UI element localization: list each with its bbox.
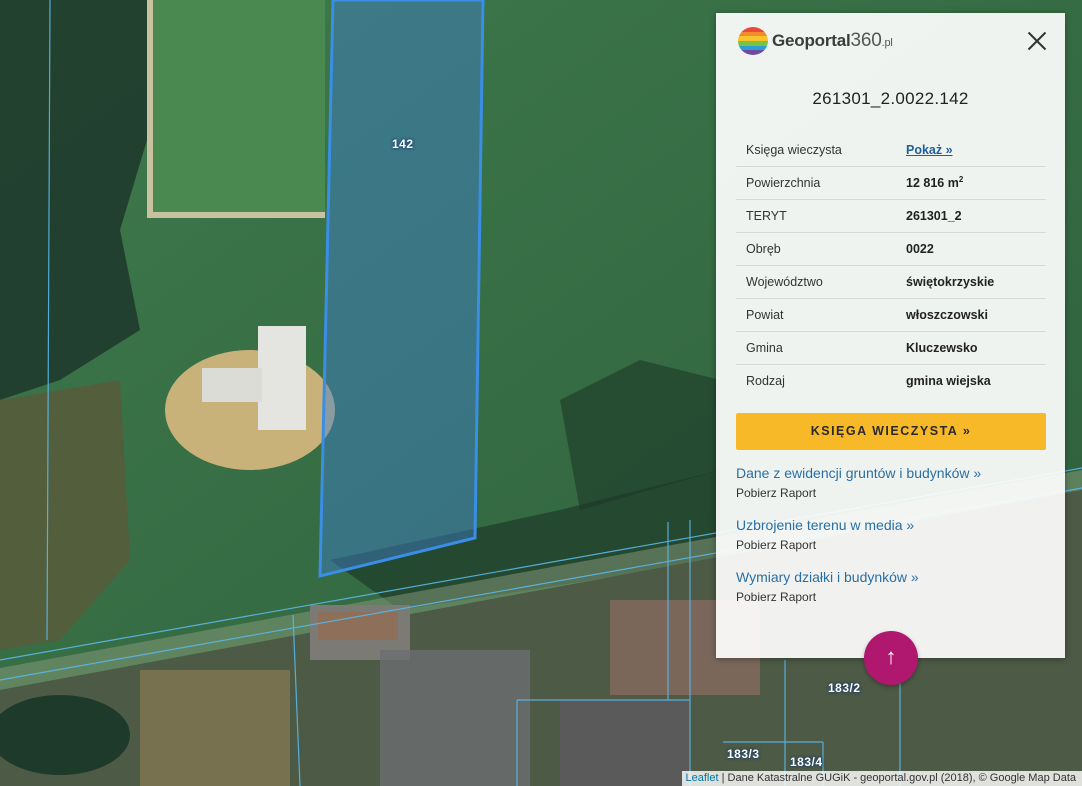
attribution-text: | Dane Katastralne GUGiK - geoportal.gov… xyxy=(718,772,1076,784)
row-value: włoszczowski xyxy=(906,298,1046,332)
map-attribution: Leaflet | Dane Katastralne GUGiK - geopo… xyxy=(681,771,1082,786)
logo-brand: Geoportal xyxy=(772,31,851,50)
logo-icon xyxy=(738,27,768,55)
download-report-link[interactable]: Pobierz Raport xyxy=(736,538,914,552)
report-link-block: Wymiary działki i budynków » Pobierz Rap… xyxy=(736,569,919,604)
leaflet-link[interactable]: Leaflet xyxy=(686,772,719,784)
parcel-properties-table: Księga wieczysta Pokaż » Powierzchnia 12… xyxy=(736,134,1046,397)
row-value: świętokrzyskie xyxy=(906,265,1046,299)
table-row: TERYT 261301_2 xyxy=(736,199,1046,233)
download-report-link[interactable]: Pobierz Raport xyxy=(736,590,919,604)
dimensions-link[interactable]: Wymiary działki i budynków » xyxy=(736,569,919,585)
table-row: Powiat włoszczowski xyxy=(736,298,1046,332)
land-register-button[interactable]: KSIĘGA WIECZYSTA » xyxy=(736,413,1046,450)
logo-number: 360 xyxy=(850,30,882,51)
row-label: Obręb xyxy=(736,232,906,266)
area-unit-exponent: 2 xyxy=(958,175,964,185)
table-row: Rodzaj gmina wiejska xyxy=(736,365,1046,398)
close-icon[interactable] xyxy=(1027,31,1047,51)
report-link-block: Dane z ewidencji gruntów i budynków » Po… xyxy=(736,465,981,500)
show-land-register-link[interactable]: Pokaż » xyxy=(906,143,953,157)
table-row: Powierzchnia 12 816 m2 xyxy=(736,166,1046,200)
parcel-id-title: 261301_2.0022.142 xyxy=(812,89,969,108)
row-label: Księga wieczysta xyxy=(736,134,906,167)
row-value: 12 816 m2 xyxy=(906,166,1046,200)
row-value: gmina wiejska xyxy=(906,374,991,388)
logo-suffix: .pl xyxy=(881,37,893,49)
row-label: Gmina xyxy=(736,331,906,365)
scroll-up-button[interactable]: ↑ xyxy=(864,631,918,685)
row-value: Kluczewsko xyxy=(906,331,1046,365)
parcel-label: 183/3 xyxy=(727,747,760,761)
parcel-label: 183/4 xyxy=(790,755,823,769)
row-value: 0022 xyxy=(906,232,1046,266)
logo-text: Geoportal360.pl xyxy=(772,30,893,52)
row-label: Rodzaj xyxy=(746,374,785,388)
table-row: Województwo świętokrzyskie xyxy=(736,265,1046,299)
parcel-label: 142 xyxy=(392,137,414,151)
arrow-up-icon: ↑ xyxy=(885,644,897,669)
area-value: 12 816 m xyxy=(906,176,959,191)
row-label: Powiat xyxy=(736,298,906,332)
land-records-link[interactable]: Dane z ewidencji gruntów i budynków » xyxy=(736,465,981,481)
row-label: Powierzchnia xyxy=(736,166,906,200)
table-row: Obręb 0022 xyxy=(736,232,1046,266)
download-report-link[interactable]: Pobierz Raport xyxy=(736,486,981,500)
report-link-block: Uzbrojenie terenu w media » Pobierz Rapo… xyxy=(736,517,914,552)
row-label: Województwo xyxy=(736,265,906,299)
geoportal-logo[interactable]: Geoportal360.pl xyxy=(738,26,893,56)
table-row: Księga wieczysta Pokaż » xyxy=(736,134,1046,167)
table-row: Gmina Kluczewsko xyxy=(736,331,1046,365)
utilities-link[interactable]: Uzbrojenie terenu w media » xyxy=(736,517,914,533)
parcel-info-panel: Geoportal360.pl 261301_2.0022.142 Księga… xyxy=(716,13,1065,658)
parcel-label: 183/2 xyxy=(828,681,861,695)
row-value: 261301_2 xyxy=(906,199,1046,233)
row-label: TERYT xyxy=(736,199,906,233)
row-value: Pokaż » xyxy=(906,134,1046,167)
